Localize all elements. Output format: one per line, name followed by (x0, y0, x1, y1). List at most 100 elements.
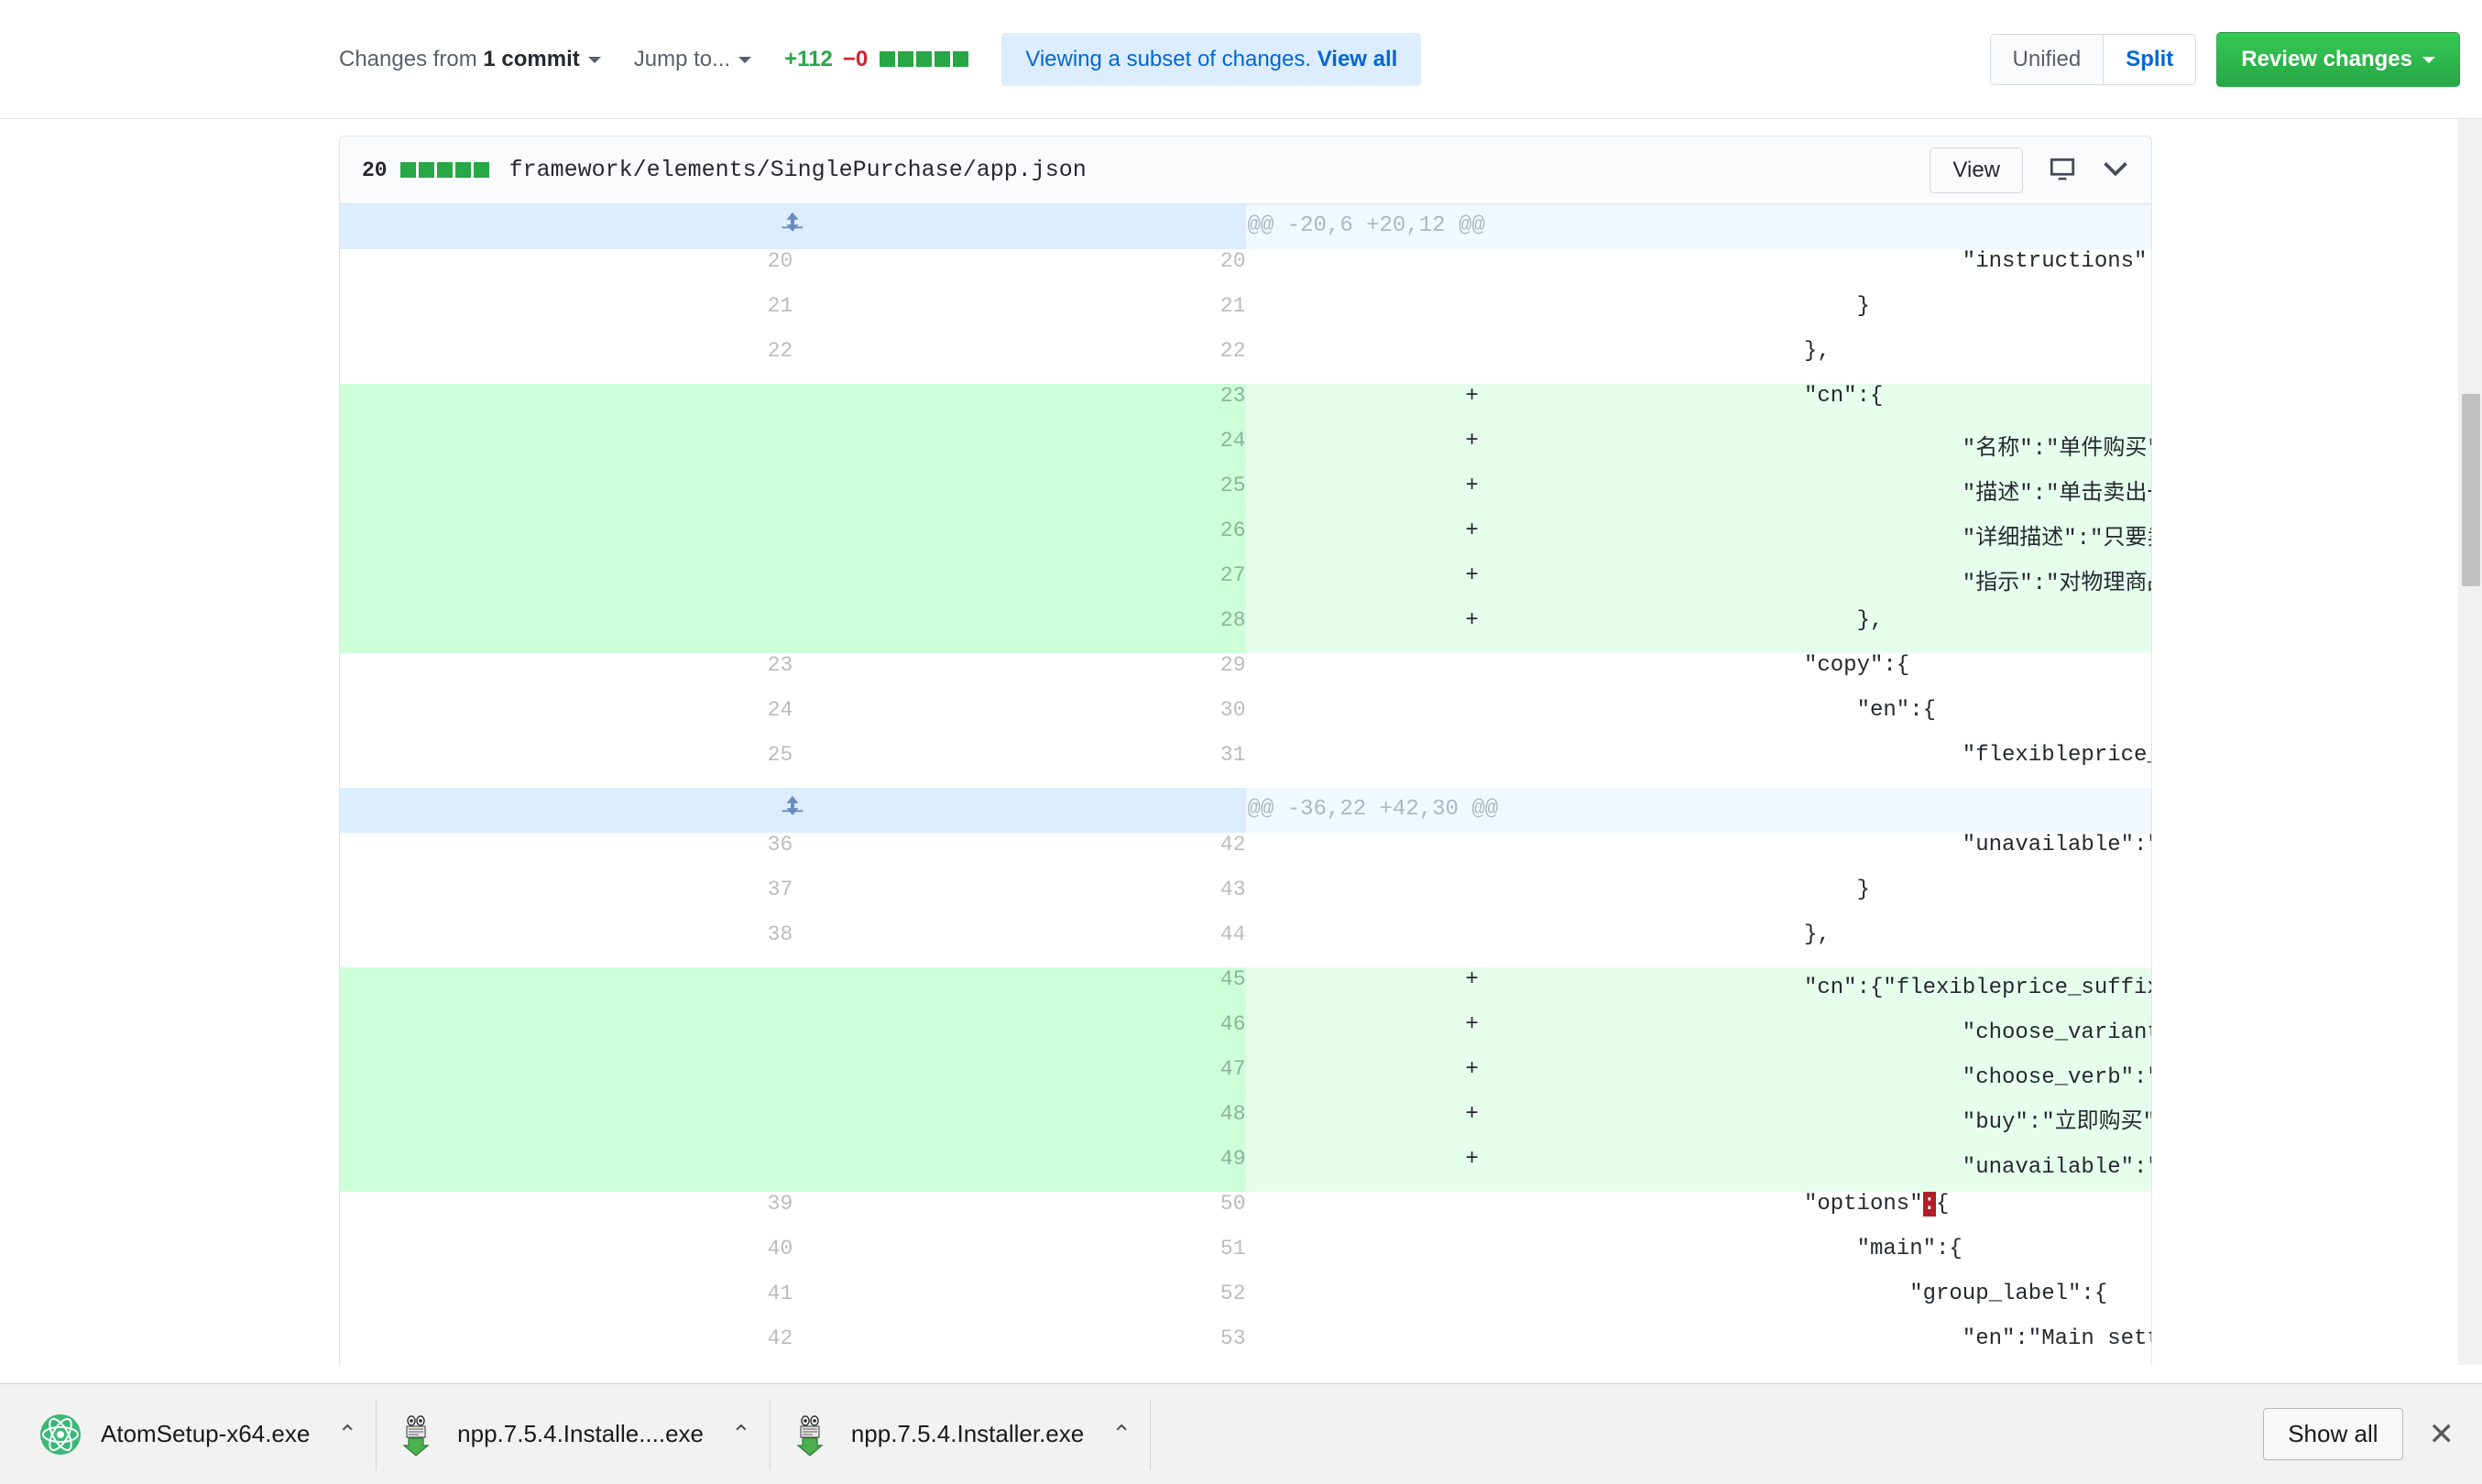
diff-added-row[interactable]: 23 + "cn":{ (340, 384, 2151, 429)
diff-marker: + (1245, 518, 1699, 563)
diff-context-row[interactable]: 24 30 "en":{ (340, 698, 2151, 743)
diff-code-cell: }, (1698, 339, 2151, 384)
old-line-number (340, 1012, 793, 1057)
diff-code-cell: "指示":"对物理商品，定义区域和运费." (1698, 563, 2151, 608)
old-line-number (340, 608, 793, 653)
pr-toolbar-inner: Changes from 1 commit Jump to... +112 −0… (0, 31, 2482, 87)
hunk-header-text: @@ -36,22 +42,30 @@ (1245, 788, 2151, 833)
new-line-number: 27 (793, 563, 1246, 608)
diff-marker (1245, 339, 1699, 384)
deletions-count: −0 (842, 46, 869, 71)
diff-marker (1245, 698, 1699, 743)
diff-code-cell: "cn":{ (1698, 384, 2151, 429)
diff-context-row[interactable]: 22 22 }, (340, 339, 2151, 384)
new-line-number: 53 (793, 1326, 1246, 1365)
diff-code-cell: "cn":{"flexibleprice_suffix":"或更多", (1698, 967, 2151, 1012)
diff-marker: + (1245, 608, 1699, 653)
diff-context-row[interactable]: 38 44 }, (340, 922, 2151, 967)
diff-context-row[interactable]: 23 29 "copy":{ (340, 653, 2151, 698)
diff-marker: + (1245, 967, 1699, 1012)
diff-added-row[interactable]: 24 + "名称":"单件购买", (340, 429, 2151, 474)
diff-added-row[interactable]: 49+ "unavailable":"对不起，此商品暂时没有." (340, 1147, 2151, 1192)
tab-unified[interactable]: Unified (1990, 34, 2104, 84)
diff-content-area: 20 framework/elements/SinglePurchase/app… (0, 119, 2482, 1365)
diff-added-row[interactable]: 46+ "choose_variants":"先选择一个选项", (340, 1012, 2151, 1057)
new-line-number: 42 (793, 833, 1246, 878)
diff-added-row[interactable]: 48 + "buy":"立即购买", (340, 1102, 2151, 1147)
diff-context-row[interactable]: 3642 "unavailable":"Afsakið, þessi hlutu… (340, 833, 2151, 878)
download-item[interactable]: npp.7.5.4.Installer.exe ⌃ (771, 1398, 1152, 1470)
diff-context-row[interactable]: 41 52 "group_label":{ (340, 1282, 2151, 1326)
chevron-down-icon (587, 56, 601, 63)
diff-table: @@ -20,6 +20,12 @@2020 "instructions":"F… (340, 204, 2151, 1365)
old-line-number: 38 (340, 922, 793, 967)
old-line-number (340, 384, 793, 429)
diff-marker (1245, 249, 1699, 294)
old-line-number (340, 1057, 793, 1102)
diff-added-row[interactable]: 45+ "cn":{"flexibleprice_suffix":"或更多", (340, 967, 2151, 1012)
chevron-up-icon[interactable]: ⌃ (337, 1420, 357, 1448)
scrollbar-thumb[interactable] (2462, 394, 2480, 586)
diff-context-row[interactable]: 2531 "flexibleprice_suffix":"or more", (340, 743, 2151, 788)
download-bar-actions: Show all ✕ (2263, 1408, 2462, 1460)
expand-hunk-button[interactable] (340, 788, 1246, 833)
subset-of-changes-banner[interactable]: Viewing a subset of changes. View all (1001, 32, 1422, 86)
diff-added-row[interactable]: 27+ "指示":"对物理商品，定义区域和运费." (340, 563, 2151, 608)
diff-added-row[interactable]: 26+ "详细描述":"只要卖一件东西吗？为你所选的商品设置一个简单的单件购买元… (340, 518, 2151, 563)
diff-stat: +112 −0 (784, 46, 969, 72)
tab-split[interactable]: Split (2103, 34, 2196, 84)
download-item[interactable]: AtomSetup-x64.exe ⌃ (20, 1398, 377, 1470)
diff-added-row[interactable]: 25+ "描述":"单击卖出一件产品。对预购非常好.", (340, 474, 2151, 518)
download-item[interactable]: npp.7.5.4.Installe....exe ⌃ (377, 1398, 771, 1470)
diff-context-row[interactable]: 39 50 "options":{ (340, 1192, 2151, 1237)
close-icon[interactable]: ✕ (2429, 1416, 2463, 1453)
expand-hunk-button[interactable] (340, 204, 1246, 249)
diff-code-cell: "copy":{ (1698, 653, 2151, 698)
chevron-down-icon[interactable] (2102, 161, 2129, 180)
jump-to-dropdown[interactable]: Jump to... (634, 47, 752, 72)
diff-marker: + (1245, 1102, 1699, 1147)
chevron-up-icon[interactable]: ⌃ (731, 1420, 751, 1448)
new-line-number: 43 (793, 878, 1246, 922)
expand-hunk-icon[interactable] (781, 795, 804, 826)
review-changes-button[interactable]: Review changes (2216, 31, 2460, 87)
diff-marker (1245, 1282, 1699, 1326)
diff-context-row[interactable]: 40 51 "main":{ (340, 1237, 2151, 1282)
diff-code-cell: "main":{ (1698, 1237, 2151, 1282)
diff-added-row[interactable]: 47+ "choose_verb":"选择", (340, 1057, 2151, 1102)
diff-marker: + (1245, 1147, 1699, 1192)
show-all-downloads-button[interactable]: Show all (2263, 1408, 2403, 1460)
review-changes-label: Review changes (2241, 46, 2412, 71)
page-scrollbar[interactable] (2458, 119, 2482, 1365)
old-line-number (340, 518, 793, 563)
new-line-number: 46 (793, 1012, 1246, 1057)
diff-context-row[interactable]: 4253 "en":"Main settings", (340, 1326, 2151, 1365)
diff-code-cell: } (1698, 294, 2151, 339)
new-line-number: 22 (793, 339, 1246, 384)
diff-view-toggle[interactable]: Unified Split (1989, 33, 2197, 85)
diff-code-cell: "group_label":{ (1698, 1282, 2151, 1326)
subset-text: Viewing a subset of changes. (1025, 46, 1318, 71)
new-line-number: 24 (793, 429, 1246, 474)
view-all-link[interactable]: View all (1318, 47, 1398, 71)
new-line-number: 26 (793, 518, 1246, 563)
changes-from-label: Changes from (339, 46, 484, 71)
changes-from-commit-dropdown[interactable]: Changes from 1 commit (339, 47, 601, 72)
diff-hunk-row: @@ -36,22 +42,30 @@ (340, 788, 2151, 833)
chevron-down-icon (2422, 56, 2435, 63)
diff-marker (1245, 833, 1699, 878)
chevron-up-icon[interactable]: ⌃ (1111, 1420, 1132, 1448)
diff-marker (1245, 1237, 1699, 1282)
highlighted-char: : (1922, 1192, 1936, 1217)
file-path[interactable]: framework/elements/SinglePurchase/app.js… (509, 157, 1087, 183)
diff-context-row[interactable]: 21 21 } (340, 294, 2151, 339)
old-line-number: 23 (340, 653, 793, 698)
chrome-download-bar: AtomSetup-x64.exe ⌃ npp.7.5.4.Installe..… (0, 1383, 2482, 1484)
view-file-button[interactable]: View (1930, 147, 2023, 193)
diff-context-row[interactable]: 37 43 } (340, 878, 2151, 922)
diff-context-row[interactable]: 2020 "instructions":"Fyrir formfasta hlu… (340, 249, 2151, 294)
expand-hunk-icon[interactable] (781, 212, 804, 243)
diff-code-cell: "unavailable":"Afsakið, þessi hlutur er … (1698, 833, 2151, 878)
diff-added-row[interactable]: 28 + }, (340, 608, 2151, 653)
display-icon[interactable] (2047, 157, 2078, 184)
